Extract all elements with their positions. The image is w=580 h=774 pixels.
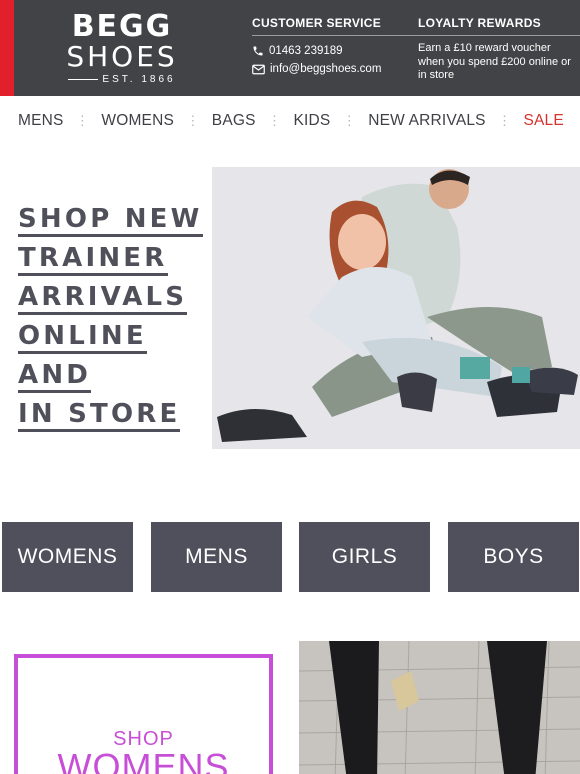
email-link[interactable]: info@beggshoes.com xyxy=(252,60,402,78)
nav-item-kids[interactable]: KIDS xyxy=(293,112,330,130)
nav-item-womens[interactable]: WOMENS xyxy=(101,112,174,130)
hero-line: AND xyxy=(18,360,92,393)
logo-rule xyxy=(68,79,99,80)
hero-line: ARRIVALS xyxy=(18,282,188,315)
envelope-icon xyxy=(252,64,265,74)
nav-item-sale[interactable]: SALE xyxy=(523,112,563,130)
promo-photo-illustration xyxy=(299,641,580,774)
email-address: info@beggshoes.com xyxy=(270,63,382,75)
loyalty-rewards-text: Earn a £10 reward voucher when you spend… xyxy=(418,42,571,81)
nav-separator: ⋮ xyxy=(75,113,90,128)
hero-photo-illustration xyxy=(212,167,580,449)
logo-line-2: SHOES xyxy=(66,40,178,73)
hero-line: ONLINE xyxy=(18,321,147,354)
nav-separator: ⋮ xyxy=(186,113,200,128)
customer-service-block: CUSTOMER SERVICE 01463 239189 info@beggs… xyxy=(252,16,418,78)
phone-number: 01463 239189 xyxy=(269,45,343,57)
category-tile-mens[interactable]: MENS xyxy=(151,522,282,592)
hero-photo-couple-trainers[interactable] xyxy=(212,167,580,449)
womens-promo-photo[interactable] xyxy=(299,641,580,774)
hero-line: TRAINER xyxy=(18,243,168,276)
nav-separator: ⋮ xyxy=(342,113,356,128)
nav-item-mens[interactable]: MENS xyxy=(18,112,64,130)
hero-line: IN STORE xyxy=(18,399,181,432)
logo-line-1: BEGG xyxy=(71,9,173,44)
loyalty-rewards-title: LOYALTY REWARDS xyxy=(418,16,580,36)
category-tile-girls[interactable]: GIRLS xyxy=(299,522,430,592)
logo-established: EST. 1866 xyxy=(64,74,180,85)
hero-headline-link[interactable]: SHOP NEW TRAINER ARRIVALS ONLINE AND IN … xyxy=(18,204,210,438)
phone-link[interactable]: 01463 239189 xyxy=(252,42,402,60)
logo-established-text: EST. 1866 xyxy=(102,74,176,85)
nav-separator: ⋮ xyxy=(267,113,282,128)
category-tile-womens[interactable]: WOMENS xyxy=(2,522,133,592)
hero-line: SHOP NEW xyxy=(18,204,203,237)
site-header: BEGG SHOES EST. 1866 CUSTOMER SERVICE 01… xyxy=(0,0,580,96)
loyalty-rewards-block: LOYALTY REWARDS Earn a £10 reward vouche… xyxy=(418,16,580,83)
phone-icon xyxy=(253,46,263,56)
category-tile-boys[interactable]: BOYS xyxy=(448,522,579,592)
main-navigation: MENS ⋮ WOMENS ⋮ BAGS ⋮ KIDS ⋮ NEW ARRIVA… xyxy=(0,96,580,146)
promo-womens-label: WOMENS xyxy=(57,746,230,774)
nav-separator: ⋮ xyxy=(498,113,512,128)
customer-service-title: CUSTOMER SERVICE xyxy=(252,16,418,36)
brand-accent-strip xyxy=(0,0,14,96)
brand-logo[interactable]: BEGG SHOES EST. 1866 xyxy=(64,12,180,88)
nav-item-new-arrivals[interactable]: NEW ARRIVALS xyxy=(368,112,486,130)
nav-item-bags[interactable]: BAGS xyxy=(212,112,256,130)
category-tiles: WOMENS MENS GIRLS BOYS xyxy=(0,522,580,592)
shop-womens-promo[interactable]: SHOP WOMENS xyxy=(14,654,273,774)
